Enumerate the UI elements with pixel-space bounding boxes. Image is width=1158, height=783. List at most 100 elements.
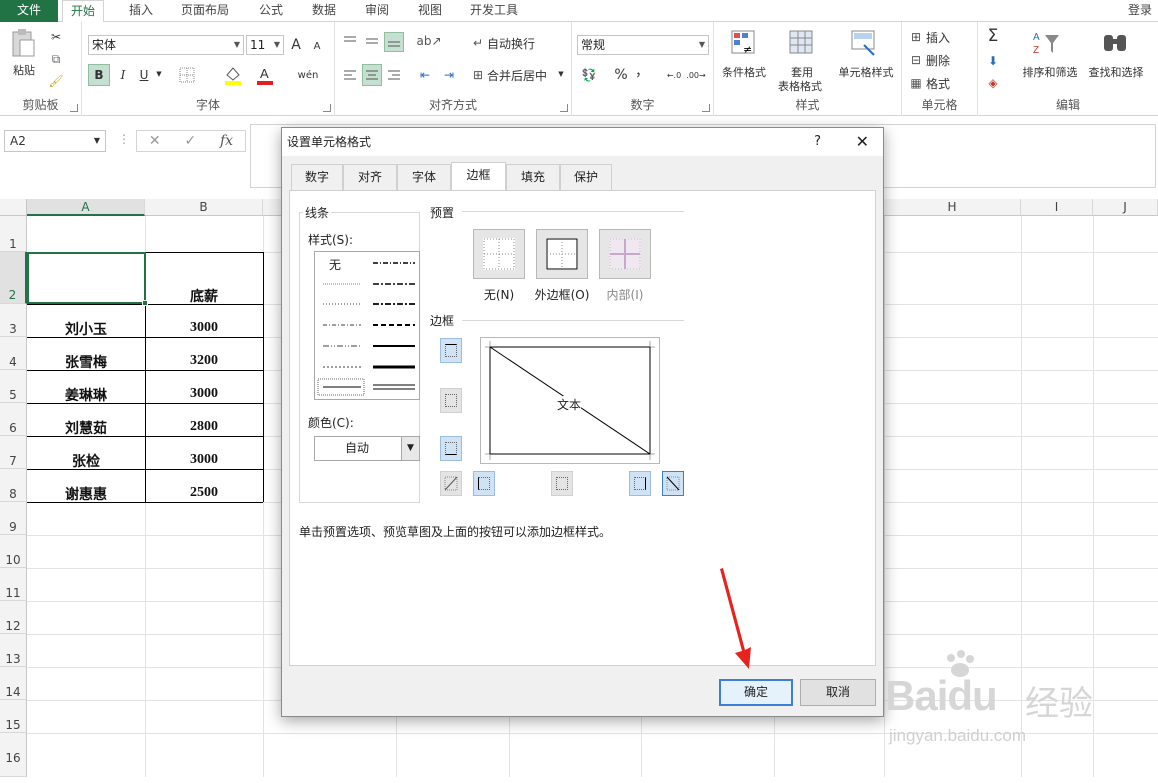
preset-none-button[interactable] (473, 229, 525, 279)
font-name-select[interactable]: 宋体 ▼ (88, 35, 244, 55)
fill-color-icon[interactable] (222, 64, 244, 86)
cell-a6[interactable]: 刘慧茹 (27, 418, 145, 438)
cell-b5[interactable]: 3000 (145, 386, 263, 402)
italic-button[interactable]: I (113, 64, 133, 86)
row-header-3[interactable]: 3 (0, 304, 27, 337)
ok-button[interactable]: 确定 (719, 679, 793, 706)
cell-a3[interactable]: 刘小玉 (27, 319, 145, 339)
grow-font-button[interactable]: A (288, 36, 304, 54)
find-select-button[interactable]: 查找和选择 (1084, 64, 1148, 80)
chevron-down-icon[interactable]: ▼ (557, 70, 565, 78)
chevron-down-icon[interactable]: ▼ (401, 437, 419, 460)
conditional-format-icon[interactable]: ≠ (730, 28, 758, 58)
cell-b6[interactable]: 2800 (145, 419, 263, 435)
row-header-7[interactable]: 7 (0, 436, 27, 469)
border-middle-h-button[interactable] (440, 388, 462, 413)
tab-home[interactable]: 开始 (62, 0, 105, 23)
cell-b2[interactable]: 底薪 (145, 286, 263, 306)
tab-number[interactable]: 数字 (291, 164, 343, 190)
paste-button[interactable]: 粘贴 (8, 62, 40, 78)
decrease-indent-icon[interactable]: ⇤ (415, 66, 435, 84)
name-box[interactable]: A2 ▼ (4, 130, 106, 152)
tab-border[interactable]: 边框 (451, 162, 506, 191)
cancel-edit-icon[interactable]: ✕ (149, 133, 161, 149)
fill-handle[interactable] (142, 300, 148, 306)
alignment-launcher-icon[interactable] (560, 104, 568, 112)
format-painter-icon[interactable]: 🖌 (46, 72, 66, 90)
cell-b8[interactable]: 2500 (145, 485, 263, 501)
font-launcher-icon[interactable] (323, 104, 331, 112)
row-header-14[interactable]: 14 (0, 667, 27, 700)
cell-a4[interactable]: 张雪梅 (27, 352, 145, 372)
number-launcher-icon[interactable] (702, 104, 710, 112)
tab-protection[interactable]: 保护 (560, 164, 612, 190)
merge-center-icon[interactable]: ⊞ (469, 66, 487, 84)
increase-decimal-icon[interactable]: ←.0 (664, 66, 684, 84)
increase-indent-icon[interactable]: ⇥ (439, 66, 459, 84)
format-as-table-button[interactable]: 表格格式 (772, 78, 828, 94)
color-select[interactable]: 自动 ▼ (314, 436, 420, 461)
percent-button[interactable]: % (612, 66, 630, 84)
paste-icon[interactable] (8, 28, 38, 58)
border-top-button[interactable] (440, 338, 462, 363)
fill-icon[interactable]: ⬇ (984, 52, 1002, 70)
column-header-b[interactable]: B (145, 199, 263, 216)
border-middle-v-button[interactable] (551, 471, 573, 496)
column-header-h[interactable]: H (884, 199, 1021, 216)
tab-formulas[interactable]: 公式 (257, 0, 285, 22)
chevron-down-icon[interactable]: ▼ (155, 70, 163, 78)
insert-cells-icon[interactable]: ⊞ (908, 30, 924, 44)
cell-b3[interactable]: 3000 (145, 320, 263, 336)
cell-a5[interactable]: 姜琳琳 (27, 385, 145, 405)
cell-b7[interactable]: 3000 (145, 452, 263, 468)
insert-cells-button[interactable]: 插入 (926, 30, 950, 45)
login-link[interactable]: 登录 (1128, 0, 1152, 21)
row-header-8[interactable]: 8 (0, 469, 27, 502)
merge-center-button[interactable]: 合并后居中 (487, 66, 547, 84)
tab-insert[interactable]: 插入 (127, 0, 155, 22)
copy-icon[interactable]: ⧉ (46, 50, 66, 68)
clipboard-launcher-icon[interactable] (70, 104, 78, 112)
tab-data[interactable]: 数据 (310, 0, 338, 22)
row-header-6[interactable]: 6 (0, 403, 27, 436)
align-top-icon[interactable] (341, 32, 359, 50)
decrease-decimal-icon[interactable]: .00→ (686, 66, 706, 84)
row-header-9[interactable]: 9 (0, 502, 27, 535)
wrap-text-button[interactable]: 自动换行 (487, 34, 535, 52)
tab-page-layout[interactable]: 页面布局 (179, 0, 231, 22)
border-left-button[interactable] (473, 471, 495, 496)
tab-review[interactable]: 审阅 (363, 0, 391, 22)
column-header-c[interactable] (263, 199, 283, 216)
cell-styles-icon[interactable] (850, 28, 878, 58)
cell-a8[interactable]: 谢惠惠 (27, 484, 145, 504)
insert-function-icon[interactable]: fx (220, 133, 233, 149)
tab-developer[interactable]: 开发工具 (468, 0, 520, 22)
column-header-a[interactable]: A (27, 199, 145, 216)
sort-filter-button[interactable]: 排序和筛选 (1018, 64, 1082, 80)
borders-icon[interactable] (176, 64, 198, 86)
delete-cells-button[interactable]: 删除 (926, 53, 950, 68)
selected-cell-a2[interactable] (27, 252, 146, 304)
cell-styles-button[interactable]: 单元格样式 (834, 64, 898, 80)
format-cells-button[interactable]: 格式 (926, 76, 950, 91)
line-style-samples[interactable] (315, 252, 419, 399)
cancel-button[interactable]: 取消 (800, 679, 876, 706)
cell-b4[interactable]: 3200 (145, 353, 263, 369)
clear-icon[interactable]: ◈ (984, 74, 1002, 92)
autosum-icon[interactable]: Σ (984, 26, 1002, 46)
row-header-5[interactable]: 5 (0, 370, 27, 403)
orientation-icon[interactable]: ab↗ (415, 32, 443, 50)
font-size-select[interactable]: 11 ▼ (246, 35, 284, 55)
wrap-text-icon[interactable]: ↵ (469, 34, 487, 52)
tab-file[interactable]: 文件 (0, 0, 58, 22)
column-header-i[interactable]: I (1021, 199, 1093, 216)
phonetic-button[interactable]: wén (296, 64, 320, 86)
row-header-11[interactable]: 11 (0, 568, 27, 601)
align-middle-icon[interactable] (363, 32, 381, 50)
conditional-format-button[interactable]: 条件格式 (716, 64, 772, 80)
help-icon[interactable]: ? (814, 128, 821, 156)
preset-outline-button[interactable] (536, 229, 588, 279)
tab-font[interactable]: 字体 (397, 164, 451, 190)
font-color-icon[interactable]: A (254, 64, 276, 86)
border-bottom-button[interactable] (440, 436, 462, 461)
